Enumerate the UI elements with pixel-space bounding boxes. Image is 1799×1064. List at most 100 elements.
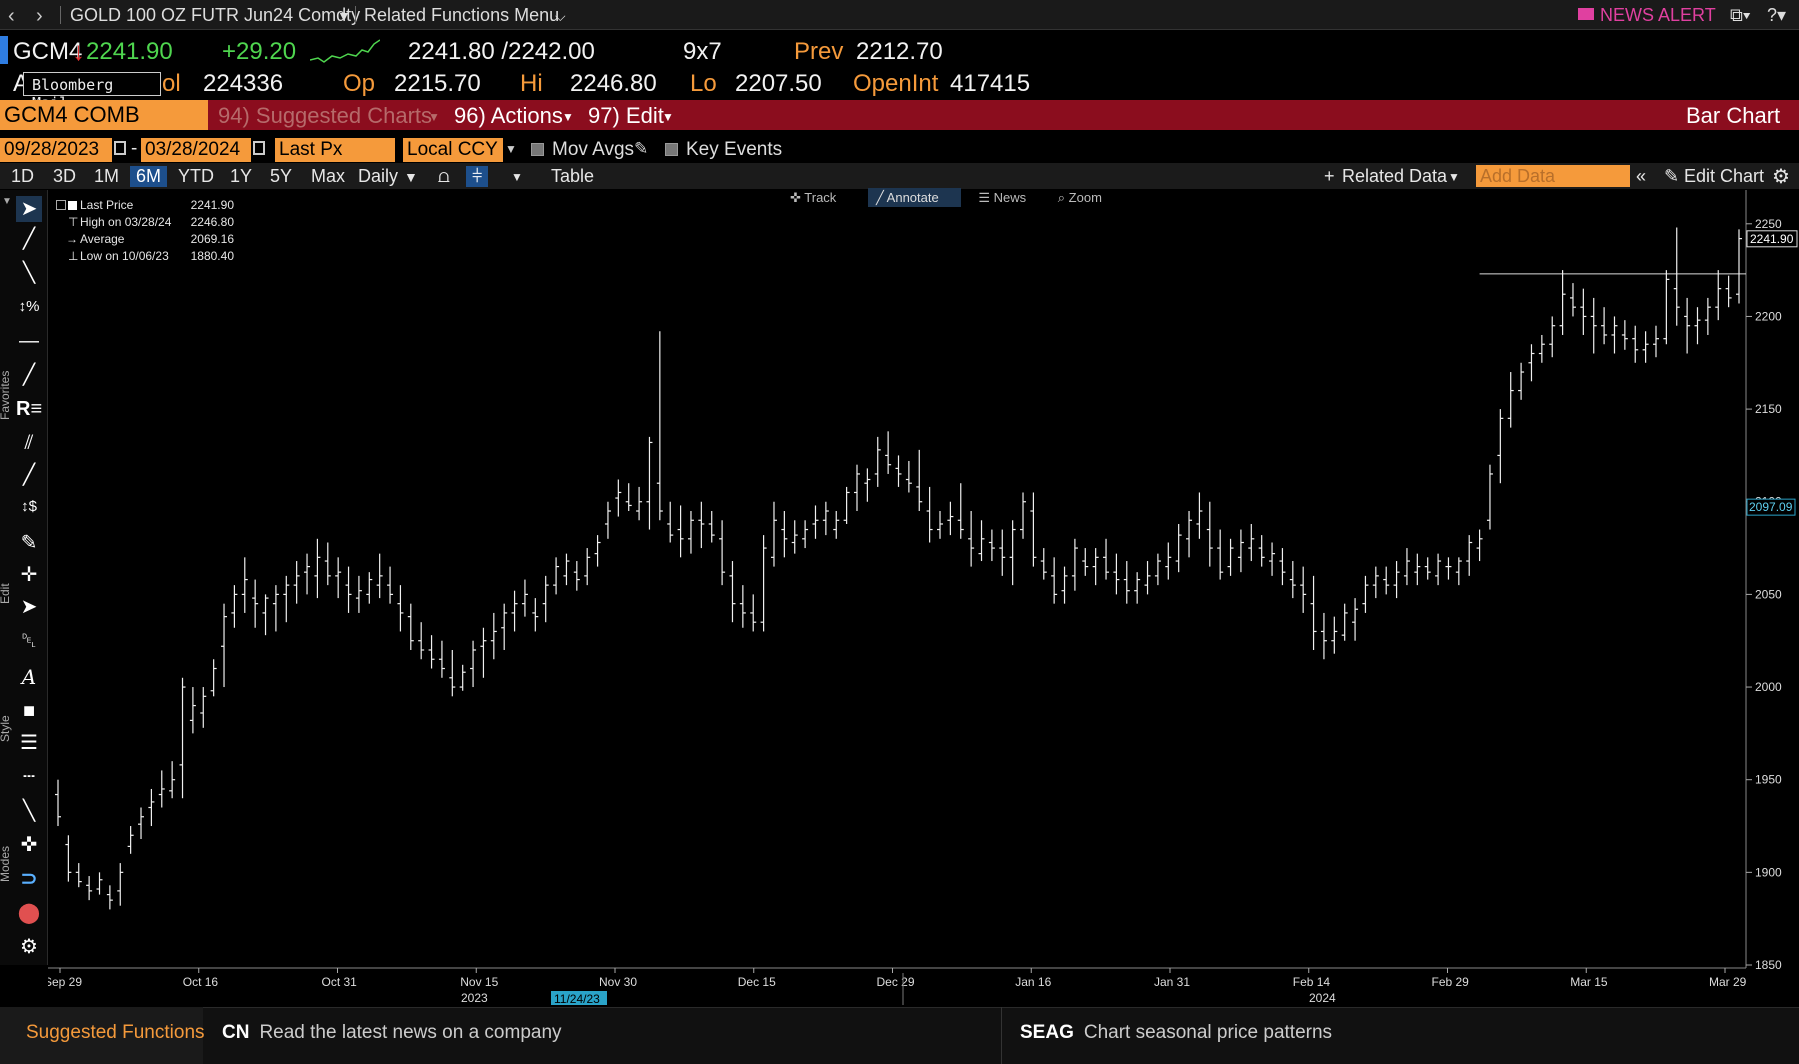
currency-dropdown-icon[interactable]: ▼ <box>505 142 517 156</box>
year-label: 2023 <box>461 991 488 1005</box>
period-3d[interactable]: 3D <box>53 166 76 187</box>
edit-chart-button[interactable]: Edit Chart <box>1684 166 1764 187</box>
pencil-icon[interactable]: ✎ <box>1664 166 1679 187</box>
favorites-label: Favorites <box>0 370 12 420</box>
gear-icon[interactable]: ⚙ <box>16 934 42 960</box>
back-arrow-icon[interactable]: ‹ <box>8 5 15 28</box>
line-weight-icon[interactable]: ☰ <box>16 730 42 756</box>
key-events-checkbox[interactable] <box>665 143 678 156</box>
chevron-down-icon[interactable]: ⌵ <box>555 8 566 25</box>
ray-line-icon[interactable]: ╱ <box>16 462 42 488</box>
suggested-functions-label[interactable]: Suggested Functions <box>26 1022 205 1044</box>
bar-chart[interactable]: 185019001950200020502100215022002250Sep … <box>48 190 1799 1005</box>
pen-icon[interactable]: ✎ <box>16 530 42 556</box>
security-title[interactable]: GOLD 100 OZ FUTR Jun24 Comdty <box>70 5 360 26</box>
high-label: Hi <box>520 70 543 97</box>
annotate-tool[interactable]: ╱ Annotate <box>867 188 961 207</box>
period-1d[interactable]: 1D <box>11 166 34 187</box>
collapse-icon[interactable]: « <box>1636 166 1646 187</box>
related-data-menu[interactable]: Related Data <box>1342 166 1447 187</box>
news-tool[interactable]: ☰ News <box>978 190 1040 205</box>
chevron-down-icon[interactable]: ▼ <box>662 110 674 124</box>
chevron-down-icon[interactable]: ▼ <box>1448 170 1460 184</box>
track-tool[interactable]: ✜ Track <box>790 190 850 205</box>
price-marker-label: 2097.09 <box>1749 500 1793 514</box>
crosshair-date-label: 11/24/23 <box>554 992 600 1005</box>
forward-arrow-icon[interactable]: › <box>36 5 43 28</box>
chevron-down-icon[interactable]: ▼ <box>428 110 440 124</box>
text-style-icon[interactable]: A <box>16 664 42 690</box>
price-change-icon[interactable]: ↕$ <box>16 494 42 520</box>
trash-icon[interactable]: ␡ <box>16 628 42 654</box>
date-range-dash: - <box>131 138 138 159</box>
high-marker-icon: ⊤ <box>68 215 79 229</box>
low-value: 2207.50 <box>735 70 822 97</box>
volume-value: 224336 <box>203 70 284 97</box>
price-field-input[interactable]: Last Px <box>275 138 395 162</box>
x-tick-label: Mar 29 <box>1709 975 1747 989</box>
color-palette-icon[interactable]: ⬤ <box>16 900 42 926</box>
chart-style-dropdown-icon[interactable]: ▼ <box>511 170 523 184</box>
function-cn[interactable]: CN Read the latest news on a company <box>222 1022 562 1044</box>
actions-menu[interactable]: 96) Actions <box>454 103 563 129</box>
collapse-box-icon[interactable] <box>56 200 66 210</box>
news-alert-button[interactable]: NEWS ALERT <box>1600 5 1716 26</box>
table-button[interactable]: Table <box>551 166 594 187</box>
function-seag[interactable]: SEAG Chart seasonal price patterns <box>1020 1022 1332 1044</box>
trend-line-icon[interactable]: ╲ <box>16 260 42 286</box>
draw-line-icon[interactable]: ╱ <box>16 226 42 252</box>
edit-menu[interactable]: 97) Edit <box>588 103 664 129</box>
related-functions-menu[interactable]: Related Functions Menu <box>364 5 559 26</box>
chevron-down-icon[interactable]: ▼ <box>562 110 574 124</box>
move-icon[interactable]: ✛ <box>16 562 42 588</box>
toolbar-collapse-icon[interactable]: ▼ <box>2 196 12 207</box>
suggested-charts-menu[interactable]: 94) Suggested Charts <box>218 103 432 129</box>
chart-overlay-tools: ✜ Track ╱ Annotate ☰ News ⌕ Zoom <box>790 188 1130 212</box>
start-date-input[interactable]: 09/28/2023 <box>0 138 112 162</box>
currency-input[interactable]: Local CCY <box>403 138 503 162</box>
calendar-icon[interactable] <box>114 141 126 155</box>
retracement-icon[interactable]: R≡ <box>16 396 42 422</box>
select-pointer-icon[interactable]: ➤ <box>16 196 42 222</box>
chart-legend[interactable]: Last Price 2241.90 ⊤ High on 03/28/24 22… <box>52 198 234 266</box>
annotate-label: Annotate <box>886 190 939 205</box>
period-max[interactable]: Max <box>311 166 345 187</box>
divider <box>60 6 61 24</box>
calendar-icon[interactable] <box>253 141 265 155</box>
period-6m[interactable]: 6M <box>130 166 168 187</box>
select-move-icon[interactable]: ➤ <box>16 594 42 620</box>
security-dropdown-icon[interactable]: ▼ <box>337 8 351 24</box>
period-1m[interactable]: 1M <box>94 166 119 187</box>
pencil-icon[interactable]: ✎ <box>634 139 648 159</box>
percent-change-icon[interactable]: ↕% <box>16 294 42 320</box>
help-icon[interactable]: ?▾ <box>1767 5 1786 26</box>
plus-icon[interactable]: + <box>1324 166 1335 187</box>
fill-color-icon[interactable]: ■ <box>16 698 42 724</box>
line-chart-icon[interactable]: ⩍ <box>438 166 450 187</box>
zoom-tool[interactable]: ⌕ Zoom <box>1058 190 1116 205</box>
chevron-down-icon[interactable]: ▼ <box>404 169 418 185</box>
window-icon[interactable]: ⧉▾ <box>1730 5 1750 26</box>
crosshair-mode-icon[interactable]: ✜ <box>16 832 42 858</box>
legend-value: 1880.40 <box>190 249 234 263</box>
line-style-icon[interactable]: ┄ <box>16 764 42 790</box>
focus-indicator <box>0 36 8 64</box>
gear-icon[interactable]: ⚙ <box>1772 164 1790 189</box>
frequency-dropdown[interactable]: Daily <box>358 166 398 187</box>
bar-chart-icon[interactable]: ⫩ <box>466 166 489 187</box>
mov-avgs-checkbox[interactable] <box>531 143 544 156</box>
snap-magnet-icon[interactable]: ⊃ <box>16 866 42 892</box>
x-tick-label: Oct 16 <box>183 975 219 989</box>
security-field[interactable]: GCM4 COMB Comdty <box>0 100 208 153</box>
divider <box>355 6 356 24</box>
dashed-line-icon[interactable]: ╲ <box>16 798 42 824</box>
channel-icon[interactable]: ⫽ <box>16 430 42 456</box>
period-ytd[interactable]: YTD <box>178 166 214 187</box>
end-date-input[interactable]: 03/28/2024 <box>141 138 251 162</box>
period-1y[interactable]: 1Y <box>230 166 252 187</box>
add-data-input[interactable]: Add Data <box>1476 165 1630 187</box>
period-5y[interactable]: 5Y <box>270 166 292 187</box>
x-tick-label: Jan 31 <box>1154 975 1190 989</box>
segment-line-icon[interactable]: ╱ <box>16 362 42 388</box>
horizontal-line-icon[interactable]: — <box>16 328 42 354</box>
